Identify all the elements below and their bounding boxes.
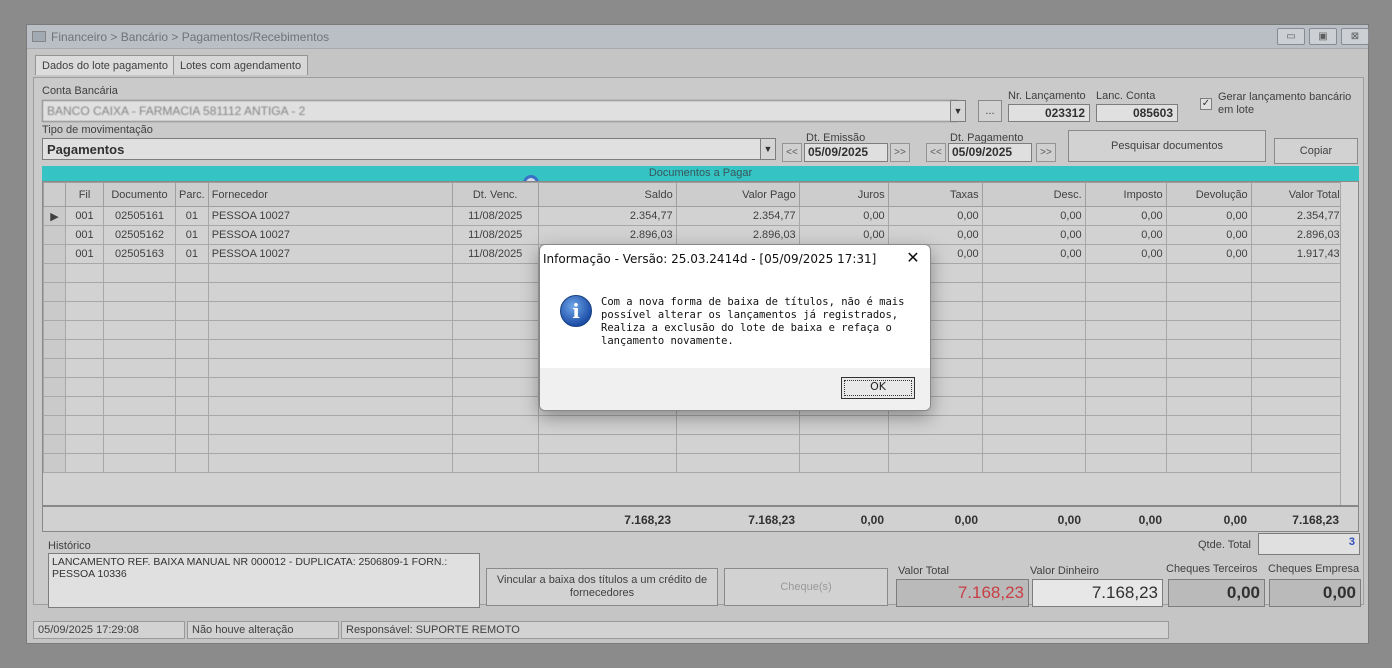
dialog-message-text: Com a nova forma de baixa de títulos, nã… bbox=[601, 296, 905, 347]
information-icon: i bbox=[560, 295, 592, 327]
dialog-close-icon[interactable]: ✕ bbox=[904, 249, 922, 267]
dialog-footer: OK bbox=[540, 368, 930, 410]
ok-button[interactable]: OK bbox=[841, 377, 915, 399]
dialog-title: Informação - Versão: 25.03.2414d - [05/0… bbox=[543, 252, 877, 266]
dialog-message: Com a nova forma de baixa de títulos, nã… bbox=[601, 296, 921, 348]
info-dialog: Informação - Versão: 25.03.2414d - [05/0… bbox=[539, 244, 931, 411]
